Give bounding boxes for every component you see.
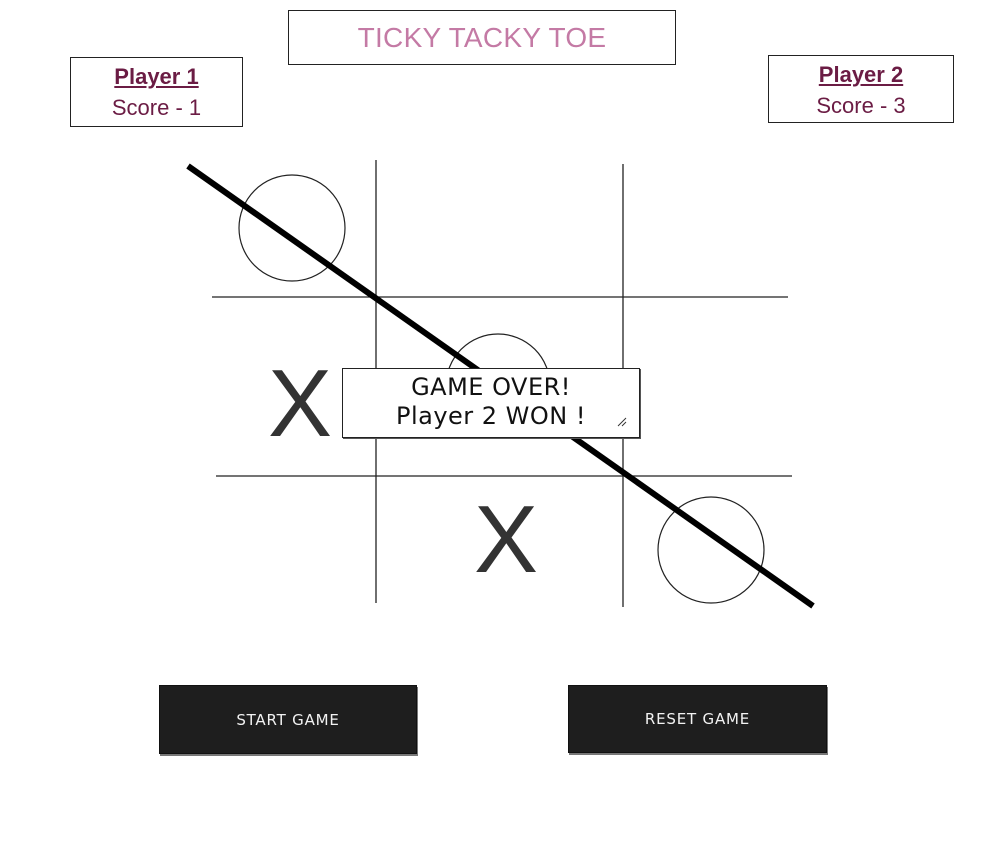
player-1-name: Player 1 <box>114 64 199 89</box>
board-cell-1[interactable] <box>212 160 376 297</box>
board-cell-7[interactable] <box>212 476 376 607</box>
resize-handle-icon[interactable] <box>617 417 627 427</box>
start-game-button[interactable]: START GAME <box>159 685 417 754</box>
board-cell-9[interactable] <box>623 476 792 607</box>
game-over-dialog: GAME OVER! Player 2 WON ! <box>342 368 640 438</box>
board-cell-8[interactable] <box>376 476 623 607</box>
board-cell-3[interactable] <box>623 160 788 297</box>
player-2-name: Player 2 <box>818 62 904 87</box>
board-cell-6[interactable] <box>623 297 788 476</box>
winner-message: Player 2 WON ! <box>395 402 587 430</box>
reset-game-button[interactable]: RESET GAME <box>568 685 827 753</box>
player-1-score: Score - 1 <box>111 95 202 120</box>
player-1-card: Player 1 Score - 1 <box>70 57 243 127</box>
game-over-title: GAME OVER! <box>411 373 571 401</box>
player-2-score: Score - 3 <box>816 93 906 118</box>
board-cell-2[interactable] <box>376 160 623 297</box>
game-title: TICKY TACKY TOE <box>288 10 676 65</box>
player-2-card: Player 2 Score - 3 <box>768 55 954 123</box>
